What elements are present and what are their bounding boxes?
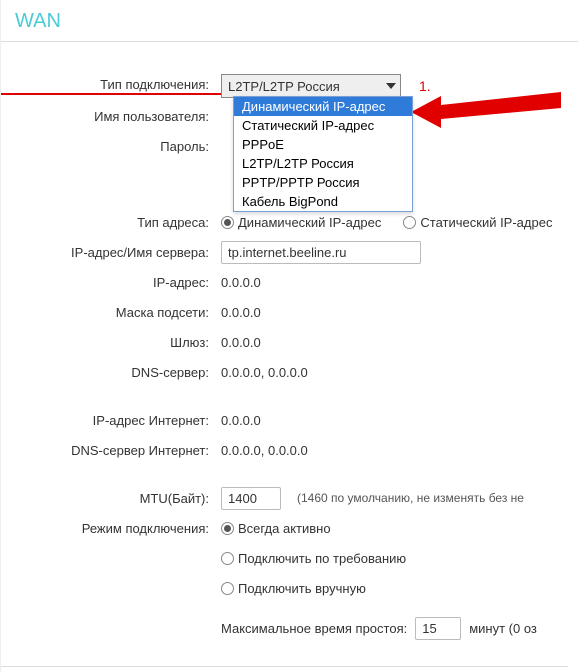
value-gateway: 0.0.0.0 (221, 335, 261, 350)
page-title: WAN (1, 0, 578, 41)
label-dns: DNS-сервер: (1, 365, 221, 380)
radio-icon (221, 552, 234, 565)
value-mask: 0.0.0.0 (221, 305, 261, 320)
value-ip: 0.0.0.0 (221, 275, 261, 290)
label-mtu: MTU(Байт): (1, 491, 221, 506)
label-password: Пароль: (1, 139, 221, 154)
radio-mode-on-demand-label: Подключить по требованию (238, 551, 406, 566)
conn-type-option[interactable]: L2TP/L2TP Россия (234, 154, 412, 173)
radio-icon (221, 216, 234, 229)
label-server: IP-адрес/Имя сервера: (1, 245, 221, 260)
conn-type-option[interactable]: Динамический IP-адрес (234, 97, 412, 116)
radio-static-label: Статический IP-адрес (420, 215, 552, 230)
chevron-down-icon (386, 83, 396, 89)
radio-dynamic-ip[interactable]: Динамический IP-адрес (221, 215, 381, 230)
label-username: Имя пользователя: (1, 109, 221, 124)
annotation-step-1: 1. (419, 78, 431, 94)
label-ip-internet: IP-адрес Интернет: (1, 413, 221, 428)
value-dns-internet: 0.0.0.0, 0.0.0.0 (221, 443, 308, 458)
radio-icon (221, 582, 234, 595)
conn-type-dropdown[interactable]: Динамический IP-адресСтатический IP-адре… (233, 96, 413, 212)
radio-mode-on-demand[interactable]: Подключить по требованию (221, 551, 406, 566)
conn-type-select[interactable]: L2TP/L2TP Россия (221, 74, 401, 98)
radio-icon (403, 216, 416, 229)
value-dns: 0.0.0.0, 0.0.0.0 (221, 365, 308, 380)
label-addr-type: Тип адреса: (1, 215, 221, 230)
idle-input[interactable] (415, 617, 461, 640)
label-conn-mode: Режим подключения: (1, 521, 221, 536)
radio-dynamic-label: Динамический IP-адрес (238, 215, 381, 230)
conn-type-option[interactable]: Статический IP-адрес (234, 116, 412, 135)
radio-mode-manual[interactable]: Подключить вручную (221, 581, 366, 596)
radio-mode-always-label: Всегда активно (238, 521, 331, 536)
mtu-note: (1460 по умолчанию, не изменять без не (297, 491, 524, 505)
divider (1, 41, 578, 42)
label-dns-internet: DNS-сервер Интернет: (1, 443, 221, 458)
radio-icon (221, 522, 234, 535)
label-max-idle: Максимальное время простоя: (221, 621, 407, 636)
conn-type-selected: L2TP/L2TP Россия (228, 79, 340, 94)
divider (1, 666, 568, 667)
label-minutes: минут (0 оз (469, 621, 537, 636)
value-ip-internet: 0.0.0.0 (221, 413, 261, 428)
mtu-input[interactable] (221, 487, 281, 510)
server-input[interactable] (221, 241, 421, 264)
conn-type-option[interactable]: PPPoE (234, 135, 412, 154)
label-ip: IP-адрес: (1, 275, 221, 290)
conn-type-option[interactable]: PPTP/PPTP Россия (234, 173, 412, 192)
radio-mode-manual-label: Подключить вручную (238, 581, 366, 596)
conn-type-option[interactable]: Кабель BigPond (234, 192, 412, 211)
label-mask: Маска подсети: (1, 305, 221, 320)
label-gateway: Шлюз: (1, 335, 221, 350)
label-conn-type: Тип подключения: (1, 77, 221, 95)
radio-static-ip[interactable]: Статический IP-адрес (403, 215, 552, 230)
radio-mode-always[interactable]: Всегда активно (221, 521, 331, 536)
